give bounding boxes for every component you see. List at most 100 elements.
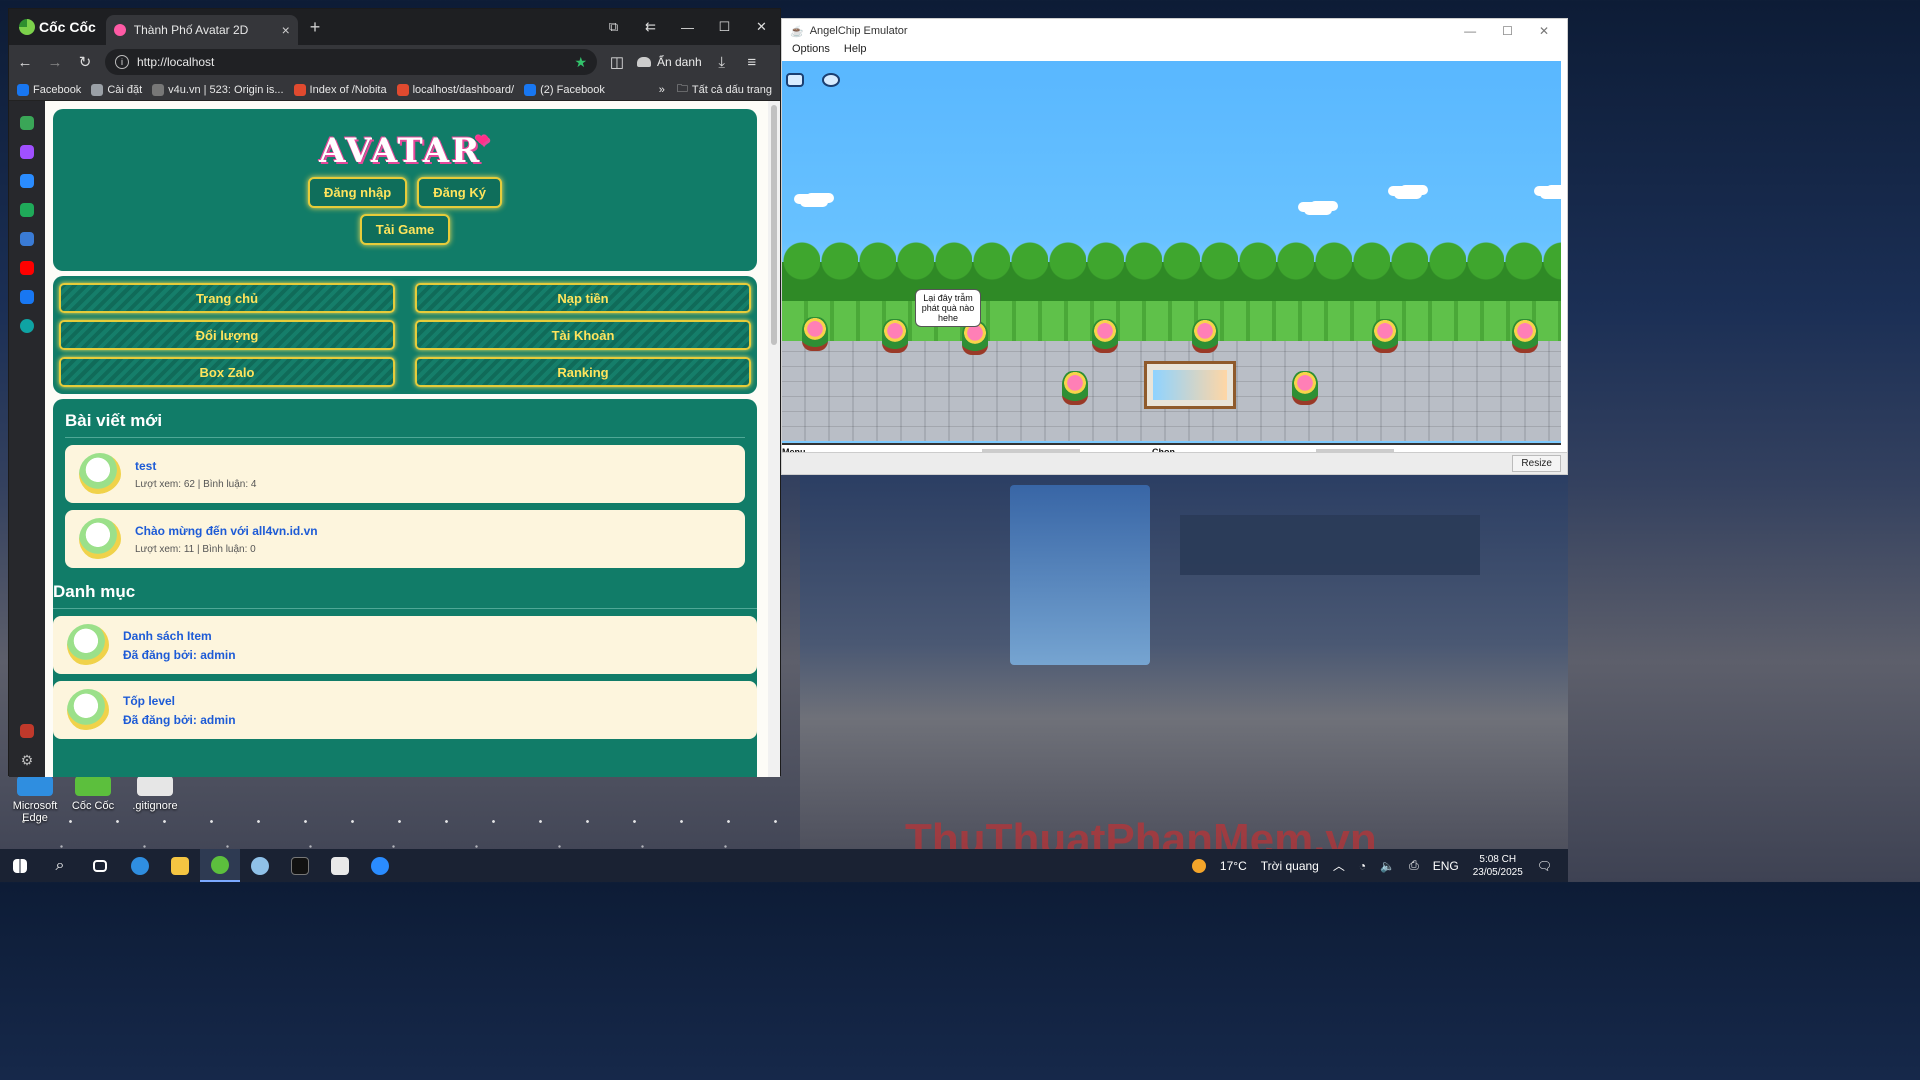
bookmark-label: (2) Facebook [540, 83, 605, 96]
menu-ranking[interactable]: Ranking [415, 357, 751, 387]
search-button[interactable]: ⌕ [40, 849, 80, 882]
temperature[interactable]: 17°C [1220, 859, 1247, 873]
bookmark-dashboard[interactable]: localhost/dashboard/ [396, 83, 514, 96]
bookmark-facebook-2[interactable]: (2) Facebook [524, 83, 605, 96]
close-button[interactable]: ✕ [743, 19, 780, 35]
menu-exchange[interactable]: Đổi lượng [59, 320, 395, 350]
youtube-icon[interactable] [20, 261, 34, 275]
volume-icon[interactable]: 🔈 [1380, 859, 1395, 873]
taskbar-terminal[interactable] [280, 849, 320, 882]
tab-active[interactable]: Thành Phố Avatar 2D × [105, 15, 298, 45]
screenshot-icon[interactable]: ⧉ [595, 19, 632, 35]
chat-bubble-icon[interactable] [822, 73, 840, 87]
globe-icon [152, 83, 165, 96]
url-text[interactable]: http://localhost [137, 55, 566, 69]
emulator-app-icon: ☕ [790, 25, 804, 38]
browser-brand[interactable]: Cốc Cốc [9, 19, 106, 35]
taskbar-edge[interactable] [120, 849, 160, 882]
desktop-icon-coccoc[interactable]: Cốc Cốc [58, 776, 128, 812]
scroll-thumb[interactable] [771, 105, 777, 345]
bookmark-v4u[interactable]: v4u.vn | 523: Origin is... [152, 83, 284, 96]
tab-close-icon[interactable]: × [282, 22, 290, 38]
post-title[interactable]: Chào mừng đến với all4vn.id.vn [135, 524, 318, 538]
post-avatar [79, 453, 121, 495]
cloud [1304, 205, 1332, 215]
task-view-button[interactable] [80, 849, 120, 882]
bookmark-label: Facebook [33, 83, 82, 96]
taskbar-zalo[interactable] [360, 849, 400, 882]
chevron-up-icon[interactable]: ︿ [1333, 857, 1345, 874]
maximize-button[interactable]: ☐ [706, 19, 743, 35]
more-bookmarks-icon[interactable]: » [659, 84, 665, 96]
bookmark-settings[interactable]: Cài đặt [91, 83, 142, 96]
post-item[interactable]: Chào mừng đến với all4vn.id.vn Lượt xem:… [65, 510, 745, 568]
facebook-icon[interactable] [20, 290, 34, 304]
category-name[interactable]: Tốp level [123, 694, 236, 708]
back-arrows-icon[interactable]: ⇇ [632, 19, 669, 35]
menu-zalo[interactable]: Box Zalo [59, 357, 395, 387]
zalo-icon[interactable] [20, 174, 34, 188]
minimize-button[interactable]: — [669, 20, 706, 35]
bookmark-facebook[interactable]: Facebook [17, 83, 82, 96]
info-icon[interactable]: i [115, 55, 129, 69]
taskbar-coccoc[interactable] [200, 849, 240, 882]
download-game-button[interactable]: Tải Game [359, 214, 451, 245]
translate-icon[interactable] [20, 232, 34, 246]
menu-options[interactable]: Options [792, 43, 830, 59]
minimize-button[interactable]: — [1464, 24, 1476, 38]
taskbar-game[interactable] [240, 849, 280, 882]
forward-icon[interactable]: → [45, 54, 65, 71]
new-tab-button[interactable]: + [310, 17, 321, 38]
bookmark-nobita[interactable]: Index of /Nobita [293, 83, 387, 96]
split-view-icon[interactable]: ◫ [607, 53, 627, 71]
wifi-icon[interactable]: ◔ [1359, 859, 1366, 873]
incognito-indicator[interactable]: Ẩn danh [637, 55, 702, 69]
menu-account[interactable]: Tài Khoản [415, 320, 751, 350]
category-avatar [67, 689, 109, 731]
maximize-button[interactable]: ☐ [1502, 24, 1513, 38]
weather-text[interactable]: Trời quang [1261, 859, 1319, 873]
post-title[interactable]: test [135, 459, 256, 473]
map-icon[interactable] [786, 73, 804, 87]
download-icon[interactable]: ⤓ [712, 54, 732, 71]
notification-icon[interactable]: 🗨 [1537, 859, 1552, 873]
mascot-icon[interactable] [20, 724, 34, 738]
nav-toolbar: ← → ↻ i http://localhost ★ ◫ Ẩn danh ⤓ ≡ [9, 45, 780, 79]
game-screen[interactable]: Lại đây trẫm phát quà nào hehe Menu Chọn [782, 61, 1561, 463]
address-bar[interactable]: i http://localhost ★ [105, 49, 597, 75]
statue-picture [1153, 370, 1227, 400]
language-indicator[interactable]: ENG [1433, 859, 1459, 873]
menu-icon[interactable]: ≡ [742, 54, 762, 71]
flower-pot [1062, 371, 1088, 405]
windows-icon [13, 858, 27, 873]
taskbar-explorer[interactable] [160, 849, 200, 882]
taskbar-java[interactable] [320, 849, 360, 882]
settings-gear-icon[interactable]: ⚙ [20, 753, 34, 767]
category-item[interactable]: Danh sách Item Đã đăng bởi: admin [53, 616, 757, 674]
flower-pot [1292, 371, 1318, 405]
menu-topup[interactable]: Nạp tiền [415, 283, 751, 313]
messenger-icon[interactable] [20, 145, 34, 159]
bookmark-star-icon[interactable]: ★ [574, 54, 587, 71]
all-bookmarks-button[interactable]: 🗀 Tất cả dấu trang [677, 80, 772, 99]
resize-button[interactable]: Resize [1512, 455, 1561, 472]
post-item[interactable]: test Lượt xem: 62 | Bình luận: 4 [65, 445, 745, 503]
category-name[interactable]: Danh sách Item [123, 629, 236, 643]
network-icon[interactable]: ⎙ [1409, 858, 1419, 873]
page-scrollbar[interactable] [768, 101, 780, 777]
ai-icon[interactable] [20, 116, 34, 130]
category-item[interactable]: Tốp level Đã đăng bởi: admin [53, 681, 757, 739]
start-button[interactable] [0, 849, 40, 882]
login-button[interactable]: Đăng nhập [308, 177, 408, 208]
close-button[interactable]: ✕ [1539, 24, 1549, 38]
desktop-icon-gitignore[interactable]: .gitignore [120, 776, 190, 812]
d-icon[interactable] [20, 319, 34, 333]
back-icon[interactable]: ← [15, 54, 35, 71]
clock[interactable]: 5:08 CH 23/05/2025 [1473, 853, 1523, 879]
menu-home[interactable]: Trang chủ [59, 283, 395, 313]
emulator-titlebar: ☕ AngelChip Emulator — ☐ ✕ [782, 19, 1567, 43]
register-button[interactable]: Đăng Ký [417, 177, 502, 208]
reload-icon[interactable]: ↻ [75, 53, 95, 71]
game-icon[interactable] [20, 203, 34, 217]
menu-help[interactable]: Help [844, 43, 867, 59]
